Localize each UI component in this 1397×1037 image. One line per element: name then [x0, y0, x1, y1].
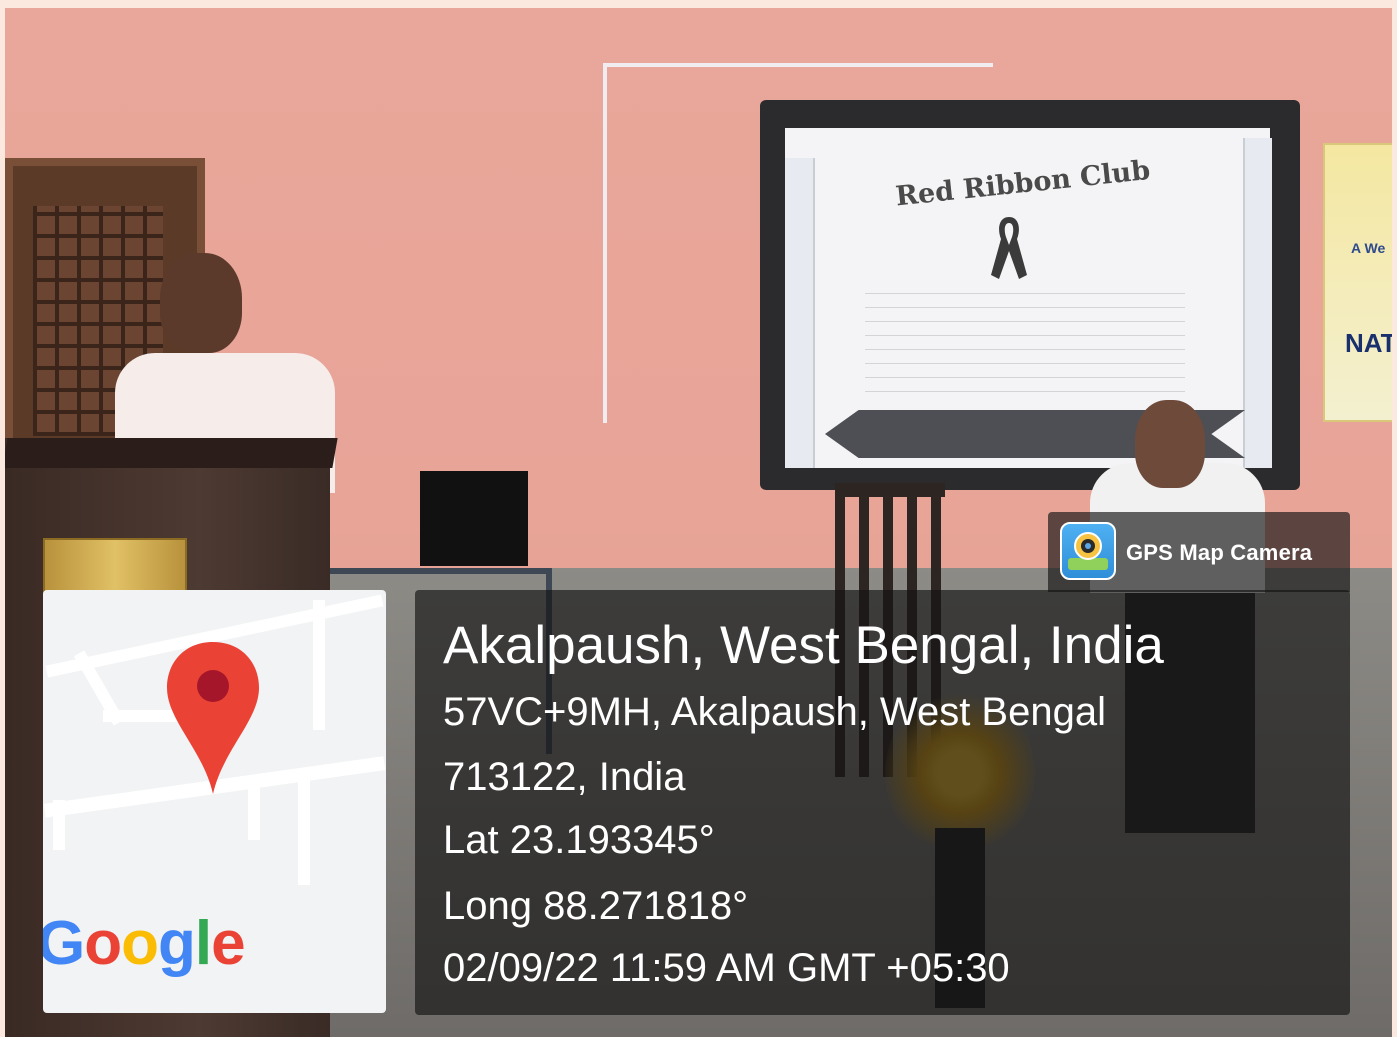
wall-banner-text: NAT	[1345, 328, 1392, 358]
camera-pin-icon	[1068, 532, 1108, 570]
podium-top	[5, 438, 338, 468]
google-letter: o	[121, 909, 159, 978]
seated-person-head	[1135, 400, 1205, 488]
google-letter: l	[194, 909, 212, 978]
location-title: Akalpaush, West Bengal, India	[443, 616, 1164, 675]
map-road	[313, 600, 325, 730]
longitude: Long 88.271818°	[443, 884, 749, 928]
map-thumbnail: Google	[43, 590, 386, 1013]
speaker-head	[160, 253, 242, 353]
board-toolbar-right	[1243, 138, 1272, 468]
latitude: Lat 23.193345°	[443, 818, 715, 862]
cable	[603, 63, 607, 423]
map-road	[53, 800, 65, 850]
wall-banner-text: A We	[1351, 240, 1386, 256]
cable	[603, 63, 993, 67]
google-letter: o	[84, 909, 122, 978]
google-letter: g	[157, 909, 196, 978]
map-road	[298, 775, 310, 885]
google-letter: e	[211, 909, 245, 978]
address-line-1: 57VC+9MH, Akalpaush, West Bengal	[443, 690, 1106, 734]
wall-banner	[1323, 143, 1392, 422]
slide-text-lines	[865, 283, 1185, 403]
google-letter: G	[43, 909, 85, 978]
gps-map-camera-icon	[1060, 522, 1116, 580]
ribbon-icon	[991, 217, 1027, 279]
google-logo: Google	[43, 908, 246, 979]
timestamp: 02/09/22 11:59 AM GMT +05:30	[443, 946, 1010, 990]
computer-monitor	[420, 471, 528, 566]
board-toolbar-left	[785, 158, 815, 468]
map-pin-icon	[167, 642, 259, 794]
address-line-2: 713122, India	[443, 755, 686, 799]
gps-brand-label: GPS Map Camera	[1126, 540, 1313, 565]
